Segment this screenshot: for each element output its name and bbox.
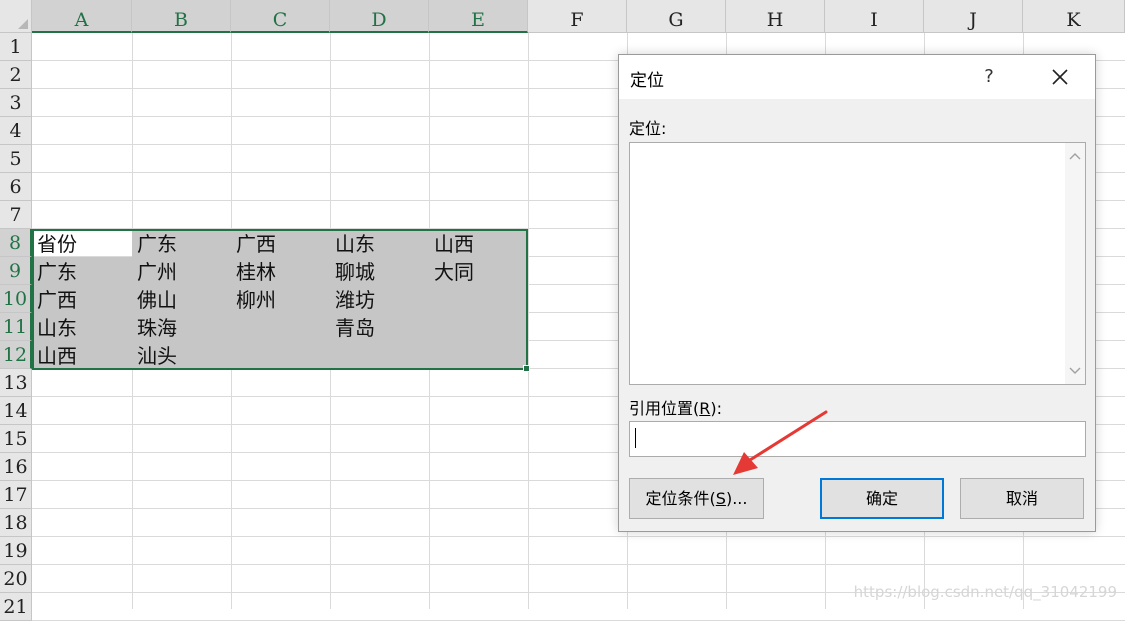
cell-d9[interactable]: 聊城: [330, 257, 429, 285]
row-header-3[interactable]: 3: [0, 89, 32, 117]
cell-e11[interactable]: [429, 313, 528, 341]
row-header-11[interactable]: 11: [0, 313, 32, 341]
cell-a12[interactable]: 山西: [32, 341, 131, 369]
cell-d11[interactable]: 青岛: [330, 313, 429, 341]
column-header-h[interactable]: H: [726, 0, 825, 33]
dialog-titlebar[interactable]: 定位 ?: [619, 55, 1095, 99]
column-header-d[interactable]: D: [330, 0, 429, 33]
column-header-k[interactable]: K: [1023, 0, 1125, 33]
cell-c11[interactable]: [231, 313, 330, 341]
cell-a11[interactable]: 山东: [32, 313, 131, 341]
row-header-21[interactable]: 21: [0, 593, 32, 621]
row-header-6[interactable]: 6: [0, 173, 32, 201]
chevron-down-icon: [1069, 367, 1081, 374]
cell-a9[interactable]: 广东: [32, 257, 131, 285]
scroll-down-button[interactable]: [1065, 360, 1085, 380]
column-header-c[interactable]: C: [231, 0, 330, 33]
row-header-9[interactable]: 9: [0, 257, 32, 285]
grid-row-line: [32, 536, 1125, 537]
column-header-e[interactable]: E: [429, 0, 528, 33]
row-header-12[interactable]: 12: [0, 341, 32, 369]
column-header-f[interactable]: F: [528, 0, 627, 33]
close-button[interactable]: [1044, 61, 1076, 93]
row-header-19[interactable]: 19: [0, 537, 32, 565]
cell-e9[interactable]: 大同: [429, 257, 528, 285]
row-header-20[interactable]: 20: [0, 565, 32, 593]
cell-b9[interactable]: 广州: [132, 257, 231, 285]
row-header-2[interactable]: 2: [0, 61, 32, 89]
ok-button[interactable]: 确定: [820, 478, 944, 519]
cell-c10[interactable]: 柳州: [231, 285, 330, 313]
cell-d8[interactable]: 山东: [330, 229, 429, 257]
special-button[interactable]: 定位条件(S)...: [629, 478, 764, 519]
cell-d12[interactable]: [330, 341, 429, 369]
reference-label: 引用位置(R):: [629, 399, 723, 418]
list-scrollbar[interactable]: [1065, 143, 1085, 384]
cell-b8[interactable]: 广东: [132, 229, 231, 257]
cancel-button[interactable]: 取消: [960, 478, 1084, 519]
cell-b11[interactable]: 珠海: [132, 313, 231, 341]
cell-e10[interactable]: [429, 285, 528, 313]
grid-row-line: [32, 564, 1125, 565]
goto-label: 定位:: [629, 119, 667, 138]
row-header-7[interactable]: 7: [0, 201, 32, 229]
row-header-13[interactable]: 13: [0, 369, 32, 397]
column-header-j[interactable]: J: [924, 0, 1023, 33]
fill-handle[interactable]: [523, 365, 530, 372]
scroll-up-button[interactable]: [1065, 147, 1085, 167]
text-caret: [635, 428, 636, 448]
goto-list[interactable]: [629, 142, 1086, 385]
chevron-up-icon: [1069, 153, 1081, 160]
column-header-b[interactable]: B: [132, 0, 231, 33]
cell-a10[interactable]: 广西: [32, 285, 131, 313]
row-header-15[interactable]: 15: [0, 425, 32, 453]
row-header-8[interactable]: 8: [0, 229, 32, 257]
help-button[interactable]: ?: [974, 61, 1004, 93]
column-header-g[interactable]: G: [627, 0, 726, 33]
select-all-corner[interactable]: [0, 0, 32, 33]
goto-dialog: 定位 ? 定位: 引用位置(R): 定位条件(S)... 确定 取消: [618, 54, 1096, 532]
cell-e8[interactable]: 山西: [429, 229, 528, 257]
close-icon: [1052, 69, 1068, 85]
cell-c12[interactable]: [231, 341, 330, 369]
cell-d10[interactable]: 潍坊: [330, 285, 429, 313]
row-header-10[interactable]: 10: [0, 285, 32, 313]
cell-e12[interactable]: [429, 341, 528, 369]
grid-column-line: [528, 33, 529, 609]
row-header-18[interactable]: 18: [0, 509, 32, 537]
cell-a8[interactable]: 省份: [32, 229, 131, 257]
row-header-1[interactable]: 1: [0, 33, 32, 61]
cell-b12[interactable]: 汕头: [132, 341, 231, 369]
grid-row-line: [32, 620, 1125, 621]
cell-c8[interactable]: 广西: [231, 229, 330, 257]
reference-input[interactable]: [629, 421, 1086, 457]
row-header-16[interactable]: 16: [0, 453, 32, 481]
row-header-4[interactable]: 4: [0, 117, 32, 145]
column-header-a[interactable]: A: [32, 0, 132, 33]
column-header-i[interactable]: I: [825, 0, 924, 33]
cell-c9[interactable]: 桂林: [231, 257, 330, 285]
cell-b10[interactable]: 佛山: [132, 285, 231, 313]
dialog-title: 定位: [630, 71, 664, 91]
row-header-5[interactable]: 5: [0, 145, 32, 173]
row-header-14[interactable]: 14: [0, 397, 32, 425]
row-header-17[interactable]: 17: [0, 481, 32, 509]
watermark: https://blog.csdn.net/qq_31042199: [853, 583, 1117, 601]
